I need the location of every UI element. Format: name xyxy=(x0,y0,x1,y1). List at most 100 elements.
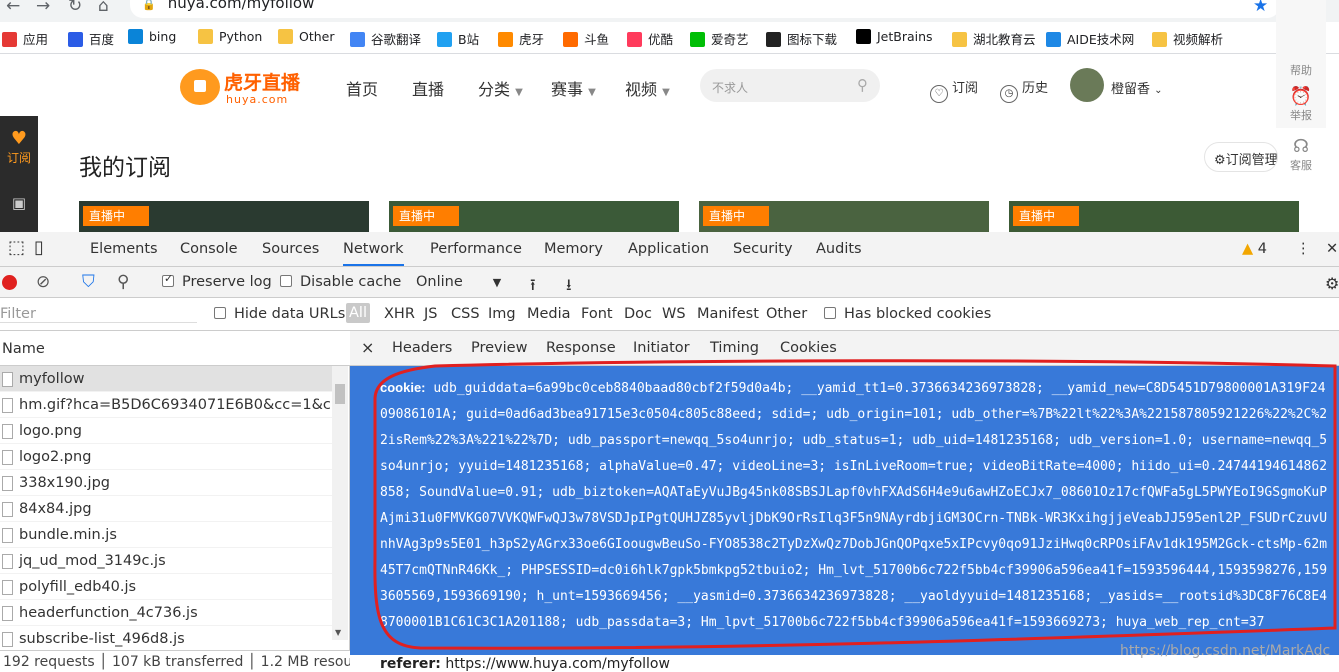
nav-home[interactable]: 首页 xyxy=(346,76,378,100)
type-filter-css[interactable]: CSS xyxy=(451,306,480,322)
bookmark-item[interactable]: 爱奇艺 xyxy=(690,29,749,48)
tab-performance[interactable]: Performance xyxy=(430,241,522,257)
settings-gear-icon[interactable]: ⚙ xyxy=(1325,274,1339,293)
request-row[interactable]: subscribe-list_496d8.js xyxy=(0,626,332,652)
checkbox-checked[interactable] xyxy=(162,272,174,287)
bookmark-item[interactable]: 百度 xyxy=(68,29,114,48)
bookmark-item[interactable]: AIDE技术网 xyxy=(1046,29,1134,48)
request-row[interactable]: logo.png xyxy=(0,418,332,444)
close-details-icon[interactable]: × xyxy=(361,338,374,357)
hide-data-urls-checkbox[interactable]: Hide data URLs xyxy=(214,306,345,322)
type-filter-media[interactable]: Media xyxy=(527,306,571,322)
request-row[interactable]: myfollow xyxy=(0,366,332,392)
checkbox-unchecked[interactable] xyxy=(214,307,226,319)
type-filter-all[interactable]: All xyxy=(346,303,370,323)
type-filter-img[interactable]: Img xyxy=(488,306,516,322)
throttle-select[interactable]: Online ▼ xyxy=(416,274,501,290)
report-link[interactable]: ⏰ 举报 xyxy=(1276,86,1326,123)
tab-network[interactable]: Network xyxy=(343,241,404,266)
bookmark-item[interactable]: 虎牙 xyxy=(498,29,544,48)
request-row[interactable]: jq_ud_mod_3149c.js xyxy=(0,548,332,574)
bookmark-item[interactable]: 谷歌翻译 xyxy=(350,29,421,48)
nav-category[interactable]: 分类 ▼ xyxy=(478,76,523,100)
bookmark-item[interactable]: 应用 xyxy=(2,29,48,48)
preserve-log-checkbox[interactable]: Preserve log xyxy=(162,272,272,290)
tab-memory[interactable]: Memory xyxy=(544,241,603,257)
bookmark-item[interactable]: 斗鱼 xyxy=(563,29,609,48)
bookmark-item[interactable]: B站 xyxy=(437,29,479,48)
filter-input[interactable]: Filter xyxy=(0,306,197,323)
export-icon[interactable]: ⭳ xyxy=(566,274,572,301)
huya-logo[interactable]: 虎牙直播 huya.com xyxy=(180,67,305,107)
inspect-icon[interactable]: ⬚ xyxy=(8,237,25,258)
request-row[interactable]: headerfunction_4c736.js xyxy=(0,600,332,626)
forward-icon[interactable]: → xyxy=(36,0,50,16)
request-row[interactable]: logo2.png xyxy=(0,444,332,470)
type-filter-other[interactable]: Other xyxy=(766,306,807,322)
bookmark-item[interactable]: Other xyxy=(278,29,335,44)
history-link[interactable]: ◷ 历史 xyxy=(1000,77,1048,103)
type-filter-xhr[interactable]: XHR xyxy=(384,306,415,322)
tab-audits[interactable]: Audits xyxy=(816,241,862,257)
scrollbar-thumb[interactable] xyxy=(335,384,345,404)
address-bar[interactable]: 🔒 huya.com/myfollow xyxy=(130,0,1280,18)
subscribe-link[interactable]: ♡ 订阅 xyxy=(930,77,978,103)
nav-events[interactable]: 赛事 ▼ xyxy=(551,76,596,100)
tab-preview[interactable]: Preview xyxy=(471,340,527,356)
tab-sources[interactable]: Sources xyxy=(262,241,319,257)
star-icon[interactable]: ★ xyxy=(1253,0,1268,16)
import-icon[interactable]: ⭱ xyxy=(530,274,536,301)
tab-console[interactable]: Console xyxy=(180,241,238,257)
search-icon[interactable]: ⚲ xyxy=(857,76,868,94)
site-search-input[interactable]: 不求人 ⚲ xyxy=(700,69,880,102)
user-avatar[interactable] xyxy=(1070,68,1104,102)
type-filter-ws[interactable]: WS xyxy=(662,306,686,322)
tab-initiator[interactable]: Initiator xyxy=(633,340,690,356)
live-card[interactable]: 直播中 xyxy=(1009,201,1299,234)
service-link[interactable]: ☊ 客服 xyxy=(1276,136,1326,173)
request-row[interactable]: 84x84.jpg xyxy=(0,496,332,522)
type-filter-doc[interactable]: Doc xyxy=(624,306,652,322)
help-link[interactable]: 帮助 xyxy=(1276,62,1326,78)
tab-response[interactable]: Response xyxy=(546,340,616,356)
manage-subscriptions-button[interactable]: ⚙订阅管理 xyxy=(1204,142,1278,172)
blocked-cookies-checkbox[interactable]: Has blocked cookies xyxy=(824,306,991,322)
tv-icon[interactable]: ▣ xyxy=(2,194,36,212)
checkbox-unchecked[interactable] xyxy=(280,275,292,287)
warnings-badge[interactable]: ▲ 4 xyxy=(1242,241,1267,257)
disable-cache-checkbox[interactable]: Disable cache xyxy=(280,274,401,290)
close-devtools-icon[interactable]: ✕ xyxy=(1326,241,1338,257)
type-filter-manifest[interactable]: Manifest xyxy=(697,306,759,322)
home-icon[interactable]: ⌂ xyxy=(98,0,109,16)
tab-elements[interactable]: Elements xyxy=(90,241,158,257)
tab-security[interactable]: Security xyxy=(733,241,793,257)
name-column-header[interactable]: Name xyxy=(0,331,350,366)
request-row[interactable]: 338x190.jpg xyxy=(0,470,332,496)
request-row[interactable]: bundle.min.js xyxy=(0,522,332,548)
bookmark-item[interactable]: 优酷 xyxy=(627,29,673,48)
record-icon[interactable] xyxy=(2,275,17,290)
search-icon[interactable]: ⚲ xyxy=(117,272,129,292)
tab-application[interactable]: Application xyxy=(628,241,709,257)
request-row[interactable]: hm.gif?hca=B5D6C6934071E6B0&cc=1&ck=1... xyxy=(0,392,332,418)
tab-cookies[interactable]: Cookies xyxy=(780,340,837,356)
bookmark-item[interactable]: bing xyxy=(128,29,176,44)
type-filter-font[interactable]: Font xyxy=(581,306,613,322)
sidebar-subscribe[interactable]: ♥ 订阅 xyxy=(2,128,36,166)
bookmark-item[interactable]: Python xyxy=(198,29,262,44)
filter-icon[interactable]: ⛉ xyxy=(82,272,95,292)
nav-live[interactable]: 直播 xyxy=(412,76,444,100)
more-menu-icon[interactable]: ⋮ xyxy=(1296,241,1311,257)
scroll-down-icon[interactable]: ▼ xyxy=(335,628,341,637)
back-icon[interactable]: ← xyxy=(6,0,20,16)
type-filter-js[interactable]: JS xyxy=(424,306,437,322)
tab-timing[interactable]: Timing xyxy=(710,340,759,356)
reload-icon[interactable]: ↻ xyxy=(68,0,82,16)
referer-header-row[interactable]: referer: https://www.huya.com/myfollow xyxy=(380,656,670,672)
live-card[interactable]: 直播中 xyxy=(699,201,989,234)
device-toggle-icon[interactable]: ▯ xyxy=(34,237,44,258)
tab-headers[interactable]: Headers xyxy=(392,340,452,356)
bookmark-item[interactable]: 图标下载 xyxy=(766,29,837,48)
username[interactable]: 橙留香 ⌄ xyxy=(1111,78,1163,97)
bookmark-item[interactable]: 湖北教育云 xyxy=(952,29,1036,48)
